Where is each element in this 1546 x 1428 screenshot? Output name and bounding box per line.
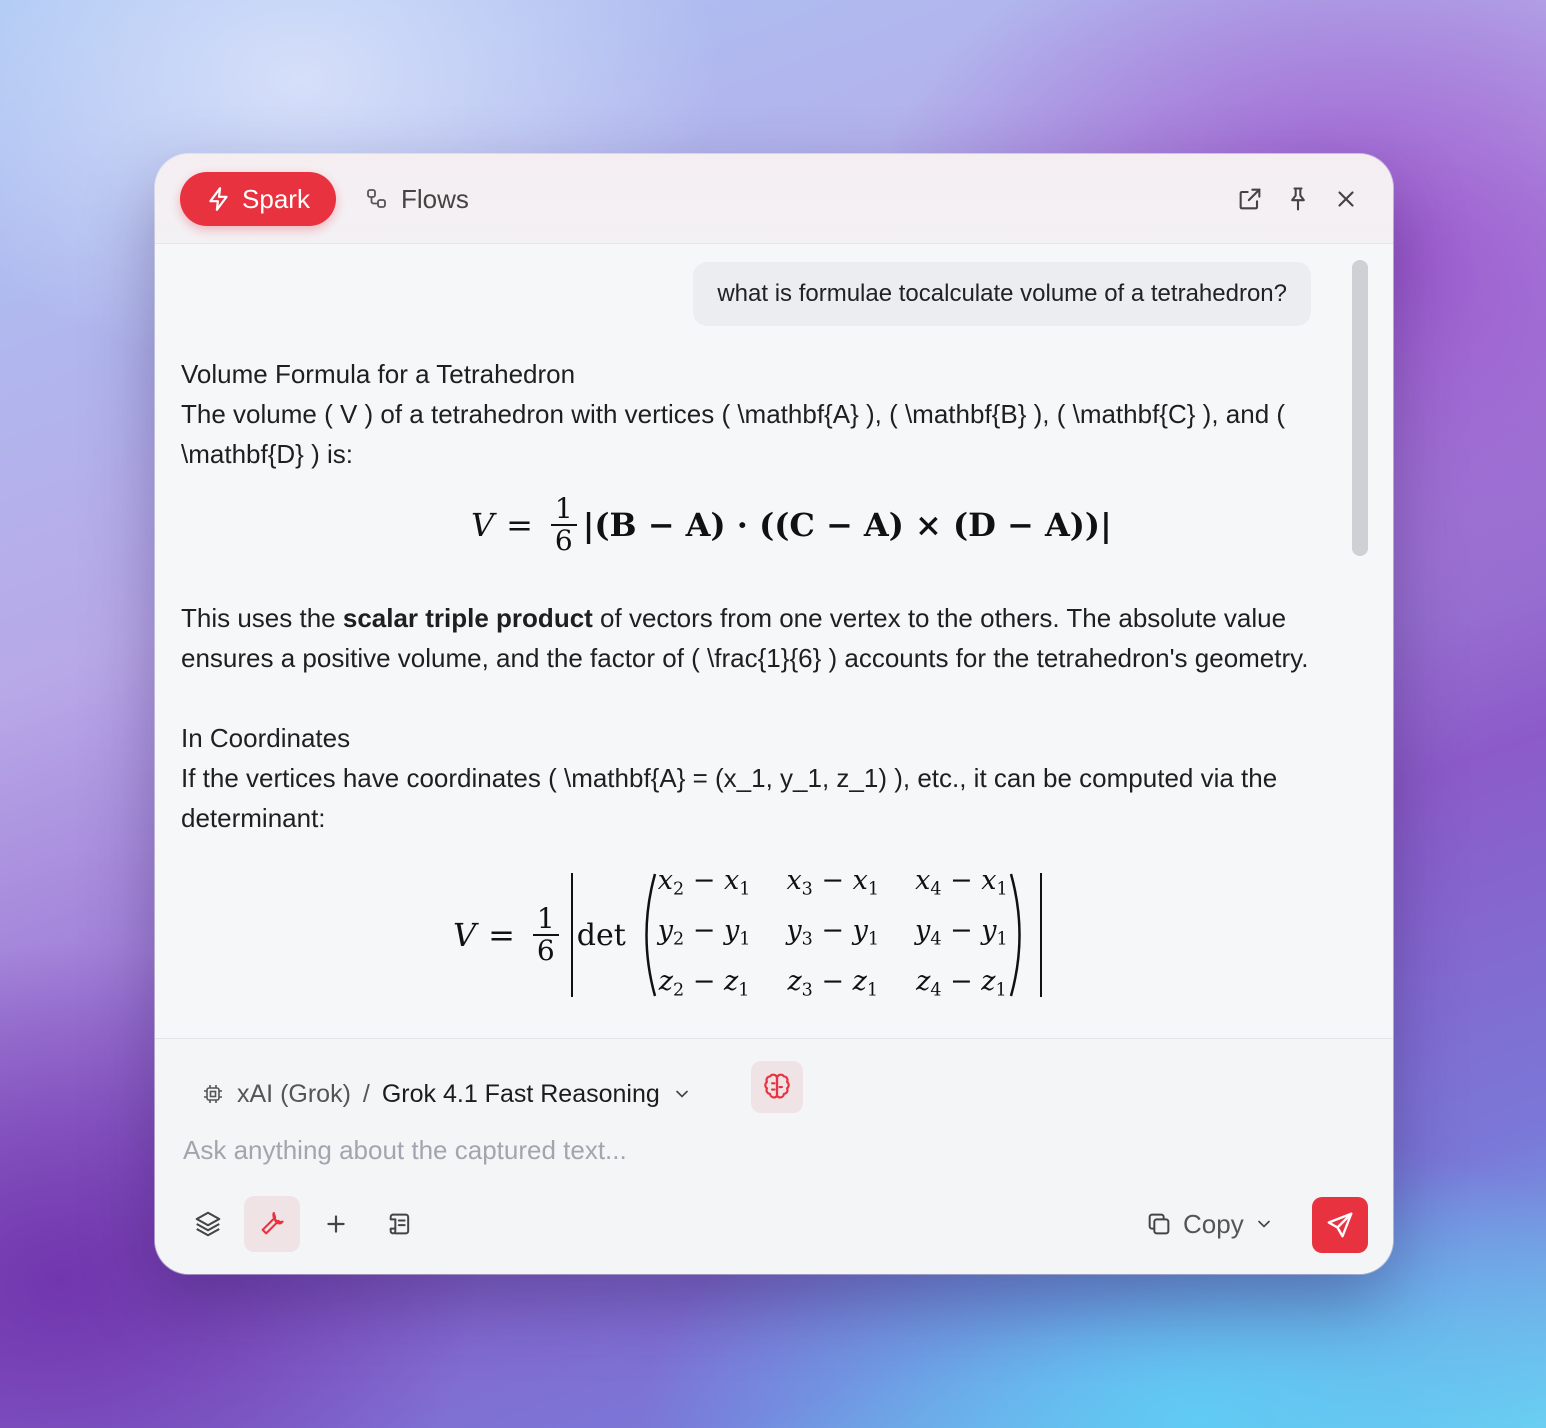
formula2-lhs: V	[453, 916, 477, 955]
close-icon[interactable]	[1329, 182, 1363, 216]
layers-button[interactable]	[180, 1196, 236, 1252]
user-message-text: what is formulae tocalculate volume of a…	[717, 280, 1287, 307]
matrix-cell: x3 − x1	[786, 865, 880, 900]
matrix-cell: y3 − y1	[786, 915, 880, 950]
pin-icon[interactable]	[1281, 182, 1315, 216]
model-separator: /	[362, 1079, 370, 1108]
response-explanation: This uses the scalar triple product of v…	[181, 598, 1351, 678]
fraction2-numerator: 1	[536, 902, 555, 936]
formula-equals: =	[506, 506, 533, 544]
tab-flows-label: Flows	[401, 183, 469, 214]
flows-icon	[367, 189, 386, 208]
formula2-equals: =	[488, 916, 515, 955]
matrix-cell: z2 − z1	[658, 965, 750, 1000]
send-button[interactable]	[1312, 1197, 1368, 1253]
scroll-icon	[389, 1213, 410, 1235]
det-operator: det	[576, 917, 626, 953]
send-icon	[1327, 1212, 1353, 1238]
model-selector[interactable]: xAI (Grok) / Grok 4.1 Fast Reasoning	[201, 1069, 692, 1119]
lightning-icon	[209, 187, 228, 211]
matrix-cell: z3 − z1	[787, 965, 879, 1000]
formula-volume: V = 1 6 |(B − A) · ((C − A) × (D − A))|	[471, 494, 1112, 556]
formula2-fraction: 1 6	[532, 902, 559, 968]
fraction-denominator: 6	[554, 524, 573, 557]
chat-scroll-area[interactable]: what is formulae tocalculate volume of a…	[155, 244, 1355, 1038]
user-message-bubble: what is formulae tocalculate volume of a…	[693, 262, 1311, 326]
chevron-down-icon	[675, 1090, 688, 1098]
tab-spark[interactable]: Spark	[180, 172, 336, 226]
chip-icon	[204, 1085, 222, 1103]
left-paren	[645, 874, 656, 997]
formula-body: |(B − A) · ((C − A) × (D − A))|	[582, 506, 1112, 544]
formula-lhs: V	[471, 506, 495, 544]
response-coordinates: If the vertices have coordinates ( \math…	[181, 763, 1278, 833]
determinant-expression: det x2 − x1 x3 − x1 x4 − x1 y2 − y1 y3 − y1 y…	[565, 862, 1042, 1009]
right-paren	[1009, 874, 1021, 997]
matrix-cell: x2 − x1	[657, 865, 751, 900]
layers-icon	[195, 1211, 221, 1237]
copy-icon	[1148, 1213, 1170, 1235]
copy-button[interactable]: Copy	[1145, 1196, 1274, 1252]
reasoning-toggle-button[interactable]	[751, 1061, 803, 1113]
model-name: Grok 4.1 Fast Reasoning	[381, 1079, 660, 1108]
matrix-cell: y2 − y1	[657, 915, 751, 950]
prompt-library-button[interactable]	[372, 1196, 428, 1252]
chat-scrollbar[interactable]	[1352, 260, 1368, 556]
open-external-icon[interactable]	[1233, 182, 1267, 216]
response-subheading: In Coordinates	[181, 723, 351, 753]
determinant-matrix: x2 − x1 x3 − x1 x4 − x1 y2 − y1 y3 − y1 y4 − …	[658, 862, 1008, 1009]
formula-fraction: 1 6	[550, 492, 577, 557]
fraction-numerator: 1	[554, 492, 573, 525]
response-intro: The volume ( V ) of a tetrahedron with v…	[181, 399, 1286, 469]
wrench-icon	[261, 1211, 284, 1235]
add-button[interactable]	[308, 1196, 364, 1252]
response-heading: Volume Formula for a Tetrahedron	[181, 359, 576, 389]
brain-icon	[764, 1073, 790, 1099]
explain-prefix: This uses the	[181, 603, 343, 633]
composer: xAI (Grok) / Grok 4.1 Fast Reasoning Cop…	[155, 1038, 1393, 1274]
ask-input[interactable]	[181, 1127, 1285, 1173]
tab-spark-label: Spark	[242, 183, 310, 214]
matrix-cell: x4 − x1	[915, 865, 1008, 900]
chevron-down-icon	[1257, 1220, 1270, 1228]
window-header: Spark Flows	[155, 154, 1393, 244]
model-provider: xAI (Grok)	[237, 1079, 351, 1108]
fraction2-denominator: 6	[536, 934, 555, 968]
formula-determinant: V = 1 6 det x2 − x1 x3 − x1 x4 − x1 y2 − y1…	[453, 862, 1042, 1009]
explain-bold: scalar triple product	[342, 603, 593, 633]
tools-button[interactable]	[244, 1196, 300, 1252]
tab-flows[interactable]: Flows	[365, 172, 469, 226]
plus-icon	[327, 1215, 345, 1233]
matrix-cell: z4 − z1	[916, 965, 1007, 1000]
assistant-window: Spark Flows what is formulae tocalculate…	[155, 154, 1393, 1274]
copy-label: Copy	[1183, 1208, 1244, 1239]
matrix-cell: y4 − y1	[915, 915, 1008, 950]
